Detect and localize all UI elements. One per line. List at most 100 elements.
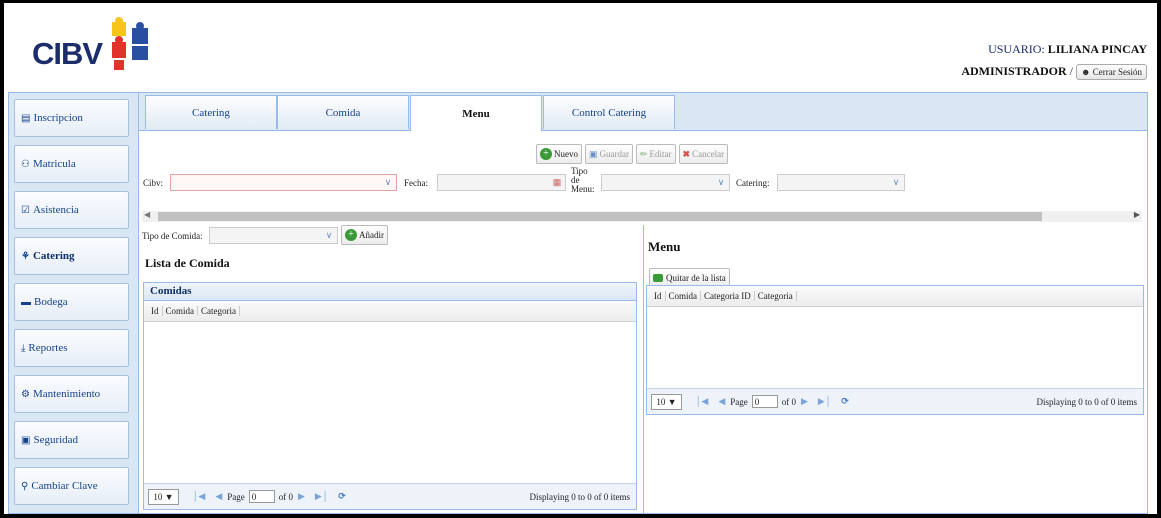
editar-button[interactable]: ✏ Editar (636, 144, 676, 164)
column-header[interactable]: Comida (666, 291, 701, 301)
tab-control-catering[interactable]: Control Catering (543, 95, 675, 129)
chevron-down-icon: ∨ (325, 230, 333, 240)
plus-icon: + (345, 229, 357, 241)
last-page-icon[interactable]: ▶│ (315, 491, 328, 502)
sidebar-item-mantenimiento[interactable]: ⚙ Mantenimiento (14, 375, 129, 413)
prev-page-icon[interactable]: ◀ (215, 491, 222, 502)
fecha-label: Fecha: (404, 178, 428, 188)
gears-icon: ⚙ (21, 388, 30, 400)
sidebar-item-label: Mantenimiento (32, 388, 101, 400)
chevron-down-icon: ∨ (892, 177, 900, 187)
column-header[interactable]: Categoria (198, 306, 240, 316)
last-page-icon[interactable]: ▶│ (818, 396, 831, 407)
left-panel: Tipo de Comida: ∨ + Añadir Lista de Comid… (139, 225, 641, 513)
sidebar-item-asistencia[interactable]: ☑ Asistencia (14, 191, 129, 229)
sidebar-item-seguridad[interactable]: ▣ Seguridad (14, 421, 129, 459)
first-page-icon[interactable]: │◀ (695, 396, 708, 407)
user-line: USUARIO: LILIANA PINCAY (961, 38, 1147, 60)
column-header[interactable]: Id (651, 291, 666, 301)
scroll-right-icon[interactable]: ▶ (1134, 210, 1140, 219)
fecha-input[interactable]: ▦ (437, 174, 566, 191)
column-header[interactable]: Categoria (755, 291, 797, 301)
horizontal-scrollbar[interactable]: ◀ ▶ (142, 210, 1142, 222)
cibv-select[interactable]: ∨ (170, 174, 397, 191)
logo-text: CIBV (32, 36, 103, 71)
cancelar-button[interactable]: ✖ Cancelar (678, 144, 729, 164)
user-name: LILIANA PINCAY (1047, 42, 1147, 56)
sidebar-item-label: Asistencia (32, 204, 79, 216)
page-size-select[interactable]: 10 ▼ (651, 393, 682, 410)
cancel-icon: ✖ (682, 148, 691, 159)
key-icon: ⚲ (21, 480, 29, 492)
tab-menu[interactable]: Menu (410, 95, 542, 131)
grid-header: Id Comida Categoria ID Categoria (647, 286, 1143, 307)
scroll-left-icon[interactable]: ◀ (144, 210, 150, 219)
guardar-button[interactable]: ▣ Guardar (585, 144, 633, 164)
sidebar-item-matricula[interactable]: ⚇ Matricula (14, 145, 129, 183)
user-info: USUARIO: LILIANA PINCAY ADMINISTRADOR / … (961, 38, 1147, 82)
refresh-icon[interactable]: ⟳ (338, 491, 346, 502)
pager: 10 ▼ │◀ ◀ Page 0 of 0 ▶ ▶│ ⟳ Displaying … (647, 388, 1143, 414)
check-square-icon: ☑ (21, 204, 30, 216)
role-line: ADMINISTRADOR / ☻ Cerrar Sesión (961, 60, 1147, 82)
next-page-icon[interactable]: ▶ (298, 491, 305, 502)
anadir-label: Añadir (359, 230, 384, 240)
right-panel: Menu Quitar de la lista Id Comida Catego… (643, 225, 1148, 513)
list-icon: ▤ (21, 112, 31, 124)
remove-icon (653, 274, 663, 282)
sidebar-item-catering[interactable]: ⚘ Catering (14, 237, 129, 275)
scrollbar-thumb[interactable] (158, 212, 1042, 221)
sidebar: ▤ Inscripcion ⚇ Matricula ☑ Asistencia ⚘ Cat… (8, 92, 139, 514)
nuevo-button[interactable]: + Nuevo (536, 144, 582, 164)
logo[interactable]: CIBV (32, 10, 162, 80)
window-top-border (0, 0, 1161, 3)
sidebar-item-label: Seguridad (33, 434, 79, 446)
tipo-comida-select[interactable]: ∨ (209, 227, 338, 244)
grid-title: Comidas (144, 283, 636, 301)
of-label: of 0 (781, 396, 796, 407)
menu-title: Menu (648, 239, 681, 254)
column-header[interactable]: Id (148, 306, 163, 316)
prev-page-icon[interactable]: ◀ (718, 396, 725, 407)
puzzle-logo-icon (112, 17, 148, 70)
menu-grid: Id Comida Categoria ID Categoria 10 ▼ │◀… (646, 285, 1144, 415)
lista-comida-title: Lista de Comida (145, 256, 230, 270)
sidebar-item-cambiar-clave[interactable]: ⚲ Cambiar Clave (14, 467, 129, 505)
user-icon: ☻ (1081, 67, 1091, 78)
cancelar-label: Cancelar (692, 149, 725, 159)
page-size-value: 10 (656, 396, 666, 407)
tab-comida[interactable]: Comida (277, 95, 409, 129)
sidebar-item-label: Cambiar Clave (31, 480, 98, 492)
catering-select[interactable]: ∨ (777, 174, 905, 191)
cutlery-icon: ⚘ (21, 250, 30, 262)
logout-button[interactable]: ☻ Cerrar Sesión (1076, 64, 1147, 81)
tab-catering[interactable]: Catering (145, 95, 277, 129)
page-input[interactable]: 0 (248, 490, 275, 503)
anadir-button[interactable]: + Añadir (341, 225, 388, 245)
pencil-icon: ✏ (640, 148, 648, 159)
next-page-icon[interactable]: ▶ (801, 396, 808, 407)
column-header[interactable]: Categoria ID (701, 291, 755, 301)
plus-icon: + (540, 148, 552, 160)
inbox-icon: ▬ (21, 296, 31, 308)
refresh-icon[interactable]: ⟳ (841, 396, 849, 407)
grid-header: Id Comida Categoria (144, 301, 636, 322)
sidebar-item-bodega[interactable]: ▬ Bodega (14, 283, 129, 321)
nuevo-label: Nuevo (554, 149, 578, 159)
page-size-select[interactable]: 10 ▼ (148, 488, 179, 505)
calendar-icon: ▦ (552, 177, 562, 187)
role-separator: / (1069, 64, 1074, 78)
sidebar-item-reportes[interactable]: ⤓ Reportes (14, 329, 129, 367)
comidas-grid: Comidas Id Comida Categoria 10 ▼ │◀ ◀ Pa… (143, 282, 637, 510)
first-page-icon[interactable]: │◀ (192, 491, 205, 502)
page-input[interactable]: 0 (751, 395, 778, 408)
lock-icon: ▣ (21, 434, 31, 446)
save-icon: ▣ (589, 148, 598, 159)
page-size-value: 10 (153, 491, 163, 502)
sidebar-item-label: Bodega (34, 296, 68, 308)
sidebar-item-inscripcion[interactable]: ▤ Inscripcion (14, 99, 129, 137)
sidebar-item-label: Inscripcion (33, 112, 83, 124)
page-label: Page (227, 491, 245, 502)
tipo-menu-select[interactable]: ∨ (601, 174, 730, 191)
column-header[interactable]: Comida (163, 306, 198, 316)
